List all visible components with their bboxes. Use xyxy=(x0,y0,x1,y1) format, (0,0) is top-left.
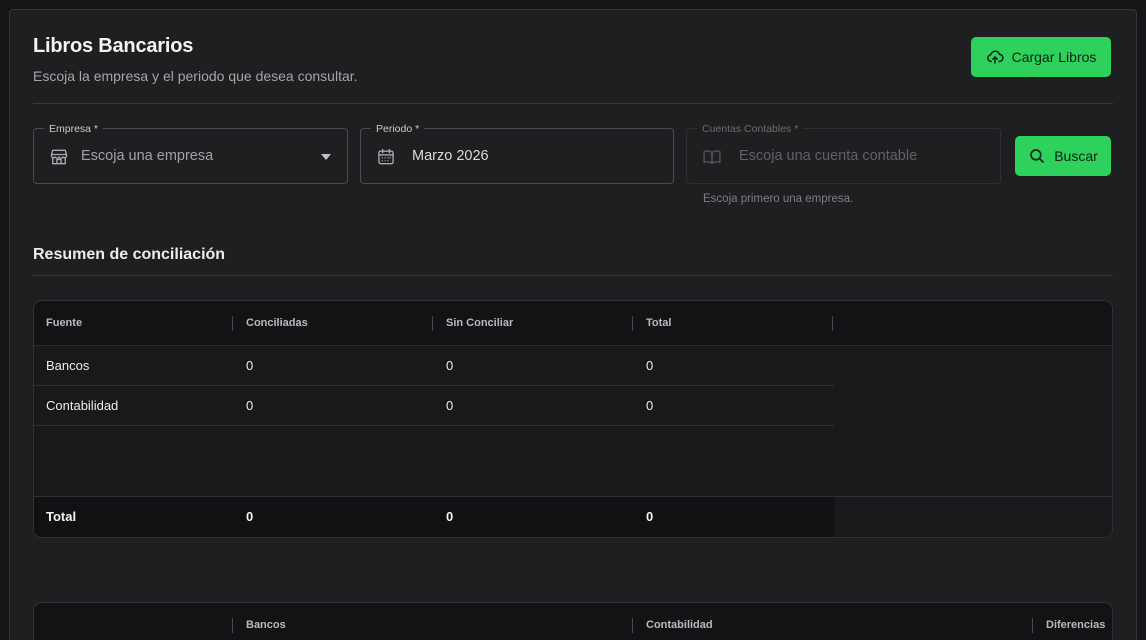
summary-divider xyxy=(33,275,1113,276)
footer-conciliadas: 0 xyxy=(246,509,254,524)
cuentas-contables-value: Escoja una cuenta contable xyxy=(739,148,918,164)
cell-fuente: Contabilidad xyxy=(46,398,119,413)
periodo-label: Periodo * xyxy=(371,122,425,136)
chevron-down-icon xyxy=(321,154,331,160)
book-icon xyxy=(703,150,721,164)
cell-total: 0 xyxy=(646,358,654,373)
footer-total: 0 xyxy=(646,509,654,524)
cell-conciliadas: 0 xyxy=(246,398,254,413)
table-header: Fuente Conciliadas Sin Conciliar Total xyxy=(34,301,1112,346)
page-title: Libros Bancarios xyxy=(33,35,194,57)
column-header-fuente[interactable]: Fuente xyxy=(46,301,82,346)
cuentas-contables-label: Cuentas Contables * xyxy=(697,122,804,136)
footer-sin-conciliar: 0 xyxy=(446,509,454,524)
cuentas-contables-select[interactable]: Cuentas Contables * Escoja una cuenta co… xyxy=(686,122,1001,184)
cell-sin-conciliar: 0 xyxy=(446,398,454,413)
column-separator[interactable] xyxy=(232,618,233,633)
cell-fuente: Bancos xyxy=(46,358,90,373)
store-icon xyxy=(50,149,68,165)
column-header-total[interactable]: Total xyxy=(646,301,671,346)
column-separator[interactable] xyxy=(632,316,633,331)
table-row: Contabilidad 0 0 0 xyxy=(34,386,834,426)
summary-table: Fuente Conciliadas Sin Conciliar Total B… xyxy=(33,300,1113,538)
cell-sin-conciliar: 0 xyxy=(446,358,454,373)
summary-title: Resumen de conciliación xyxy=(33,246,226,263)
column-separator[interactable] xyxy=(232,316,233,331)
search-icon xyxy=(1030,149,1045,163)
column-separator[interactable] xyxy=(432,316,433,331)
table-header: Bancos Contabilidad Diferencias xyxy=(34,603,1112,640)
column-separator[interactable] xyxy=(832,316,833,331)
column-header-contabilidad[interactable]: Contabilidad xyxy=(646,603,713,640)
header-divider xyxy=(33,103,1113,104)
table-row: Bancos 0 0 0 xyxy=(34,346,834,386)
column-separator[interactable] xyxy=(632,618,633,633)
column-header-bancos[interactable]: Bancos xyxy=(246,603,286,640)
calendar-icon xyxy=(378,148,394,165)
table-footer: Total 0 0 0 xyxy=(34,496,1112,537)
main-panel: Libros Bancarios Escoja la empresa y el … xyxy=(9,9,1137,640)
search-button[interactable]: Buscar xyxy=(1015,136,1111,176)
periodo-field[interactable]: Periodo * Marzo 2026 xyxy=(360,122,674,184)
column-separator[interactable] xyxy=(1032,618,1033,633)
cloud-upload-icon xyxy=(986,50,1004,64)
upload-books-label: Cargar Libros xyxy=(1011,49,1097,65)
empresa-value: Escoja una empresa xyxy=(81,148,214,164)
column-header-diferencias[interactable]: Diferencias xyxy=(1046,603,1105,640)
column-header-conciliadas[interactable]: Conciliadas xyxy=(246,301,308,346)
cell-conciliadas: 0 xyxy=(246,358,254,373)
column-header-sin-conciliar[interactable]: Sin Conciliar xyxy=(446,301,513,346)
cell-total: 0 xyxy=(646,398,654,413)
upload-books-button[interactable]: Cargar Libros xyxy=(971,37,1111,77)
differences-table: Bancos Contabilidad Diferencias xyxy=(33,602,1113,640)
page-subtitle: Escoja la empresa y el periodo que desea… xyxy=(33,68,358,84)
table-footer-cells: Total 0 0 0 xyxy=(34,497,834,537)
cuentas-helper-text: Escoja primero una empresa. xyxy=(703,193,854,205)
empresa-select[interactable]: Empresa * Escoja una empresa xyxy=(33,122,348,184)
periodo-value: Marzo 2026 xyxy=(412,148,489,164)
footer-total-label: Total xyxy=(46,509,77,524)
empresa-label: Empresa * xyxy=(44,122,104,136)
search-button-label: Buscar xyxy=(1054,148,1098,164)
